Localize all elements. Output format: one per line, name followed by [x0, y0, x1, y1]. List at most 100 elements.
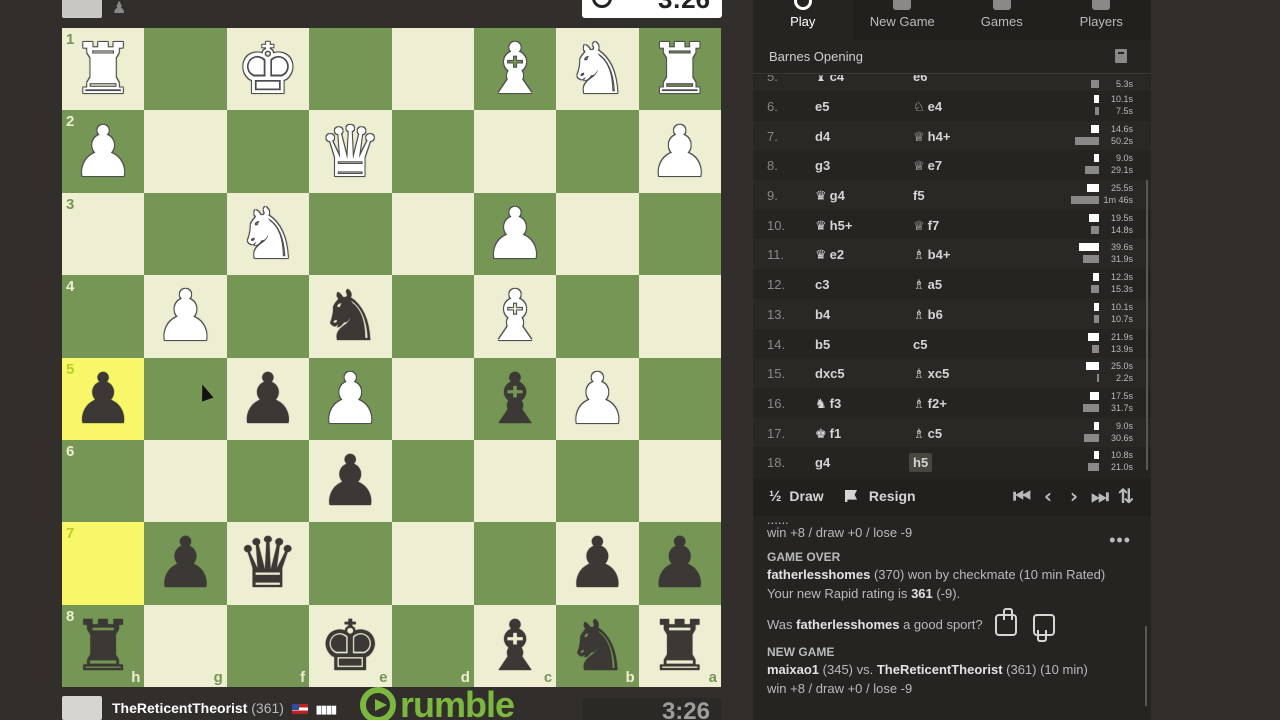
next-move-icon[interactable]: › [1065, 486, 1083, 506]
opponent-avatar[interactable] [62, 0, 102, 18]
player-avatar[interactable] [62, 696, 102, 720]
board-square[interactable]: 3 [62, 192, 145, 276]
board-square[interactable]: ♚ [226, 28, 310, 111]
white-piece[interactable]: ♟ [319, 364, 382, 434]
player-name[interactable]: TheReticentTheorist [112, 700, 247, 716]
board-square[interactable] [226, 110, 310, 193]
board-square[interactable] [144, 192, 227, 276]
black-piece[interactable]: ♟ [566, 528, 629, 598]
board-square[interactable] [144, 110, 227, 193]
white-move[interactable]: ♞ f3 [815, 396, 841, 412]
thumbs-up-icon[interactable] [995, 608, 1017, 636]
black-move[interactable]: c5 [913, 337, 927, 352]
black-piece[interactable]: ♚ [319, 611, 382, 681]
white-move[interactable]: dxc5 [815, 366, 845, 381]
board-square[interactable]: ♞ [226, 192, 310, 276]
winner-name[interactable]: fatherlesshomes [767, 567, 870, 582]
board-square[interactable] [391, 28, 474, 111]
white-move[interactable]: c3 [815, 277, 829, 292]
board-square[interactable] [309, 192, 392, 276]
board-square[interactable]: 6 [62, 439, 145, 523]
white-move[interactable]: b5 [815, 337, 830, 352]
board-square[interactable]: ♟ [556, 357, 639, 440]
board-square[interactable] [144, 439, 227, 523]
board-square[interactable]: 2 ♟ [62, 110, 145, 193]
white-piece[interactable]: ♝ [484, 34, 547, 104]
thumbs-down-icon[interactable] [1033, 614, 1055, 636]
white-piece[interactable]: ♟ [566, 364, 629, 434]
board-square[interactable] [144, 357, 227, 440]
opening-name[interactable]: Barnes Opening [769, 49, 863, 64]
board-square[interactable] [226, 275, 310, 358]
new-game-player2[interactable]: TheReticentTheorist [877, 662, 1003, 677]
black-move[interactable]: h5 [909, 453, 933, 473]
more-options-icon[interactable]: ••• [1109, 530, 1131, 551]
board-square[interactable]: ♛ [226, 522, 310, 605]
black-move[interactable]: ♗ b6 [913, 307, 943, 323]
last-move-icon[interactable]: ⏭ [1091, 486, 1109, 506]
black-move[interactable]: ♕ e7 [913, 158, 942, 174]
white-piece[interactable]: ♟ [648, 117, 711, 187]
board-square[interactable] [391, 357, 474, 440]
black-move[interactable]: ♗ f2+ [913, 396, 947, 412]
black-piece[interactable]: ♜ [648, 611, 711, 681]
black-move[interactable]: f5 [913, 188, 925, 203]
board-square[interactable] [556, 192, 639, 276]
board-square[interactable] [473, 522, 557, 605]
black-move[interactable]: e6 [913, 75, 927, 84]
black-move[interactable]: ♗ c5 [913, 426, 942, 442]
flip-board-icon[interactable]: ⇅ [1117, 486, 1135, 506]
white-move[interactable]: ♛ g4 [815, 188, 845, 204]
board-square[interactable]: d [391, 604, 474, 687]
board-square[interactable]: e ♚ [309, 604, 392, 687]
tab-games[interactable]: Games [952, 0, 1052, 40]
white-move[interactable]: ♚ f1 [815, 426, 841, 442]
white-move[interactable]: e5 [815, 99, 829, 114]
white-piece[interactable]: ♞ [566, 34, 629, 104]
new-game-player1[interactable]: maixao1 [767, 662, 819, 677]
white-move[interactable]: ♛ h5+ [815, 218, 852, 234]
tab-new-game[interactable]: New Game [853, 0, 953, 40]
board-square[interactable]: ♞ [309, 275, 392, 358]
black-piece[interactable]: ♜ [72, 611, 135, 681]
white-move[interactable]: ♝ c4 [815, 75, 844, 85]
board-square[interactable]: ♟ [144, 522, 227, 605]
black-move[interactable]: ♗ xc5 [913, 366, 949, 382]
white-piece[interactable]: ♟ [154, 281, 217, 351]
move-list[interactable]: 5. ♝ c4 e6 5.3s 6. e5 ♘ e4 10.1s 7.5s 7. d4 ♕ h4+ 14.6s… [753, 75, 1151, 478]
black-move[interactable]: ♘ e4 [913, 99, 942, 115]
black-move[interactable]: ♕ h4+ [913, 129, 950, 145]
black-piece[interactable]: ♝ [484, 364, 547, 434]
good-sport-name[interactable]: fatherlesshomes [796, 617, 899, 632]
board-square[interactable]: 1 ♜ [62, 28, 145, 111]
tab-play[interactable]: Play [753, 0, 853, 40]
board-square[interactable]: ♟ [473, 192, 557, 276]
board-square[interactable]: ♜ [638, 28, 721, 111]
board-square[interactable]: ♝ [473, 275, 557, 358]
board-square[interactable]: a ♜ [638, 604, 721, 687]
resign-button[interactable]: Resign [845, 488, 916, 504]
white-move[interactable]: g4 [815, 455, 830, 470]
board-square[interactable]: c ♝ [473, 604, 557, 687]
board-square[interactable] [638, 192, 721, 276]
white-move[interactable]: ♛ e2 [815, 247, 844, 263]
board-square[interactable]: b ♞ [556, 604, 639, 687]
white-piece[interactable]: ♞ [237, 199, 300, 269]
board-square[interactable]: ♟ [638, 522, 721, 605]
board-square[interactable]: ♟ [144, 275, 227, 358]
first-move-icon[interactable]: ⏮ [1013, 486, 1031, 506]
white-piece[interactable]: ♜ [72, 34, 135, 104]
black-piece[interactable]: ♟ [237, 364, 300, 434]
black-piece[interactable]: ♟ [154, 528, 217, 598]
board-square[interactable] [391, 192, 474, 276]
white-piece[interactable]: ♝ [484, 281, 547, 351]
board-square[interactable]: ♛ [309, 110, 392, 193]
board-square[interactable]: 5 ♟ [62, 357, 145, 440]
black-move[interactable]: ♗ a5 [913, 277, 942, 293]
black-piece[interactable]: ♟ [72, 364, 135, 434]
chess-board[interactable]: 1 ♜ ♚ ♝ ♞ ♜ 2 ♟ ♛ ♟ 3 ♞ ♟ 4 ♟ ♞ ♝ 5 ♟ ♟ ♟ ♝ ♟ 6 ♟ 7 ♟ ♛ ♟ ♟ 8 h ♜ g f e ♚ d c ♝… [62, 28, 721, 687]
white-piece[interactable]: ♟ [484, 199, 547, 269]
white-piece[interactable]: ♜ [648, 34, 711, 104]
board-square[interactable] [638, 275, 721, 358]
board-square[interactable]: ♟ [226, 357, 310, 440]
